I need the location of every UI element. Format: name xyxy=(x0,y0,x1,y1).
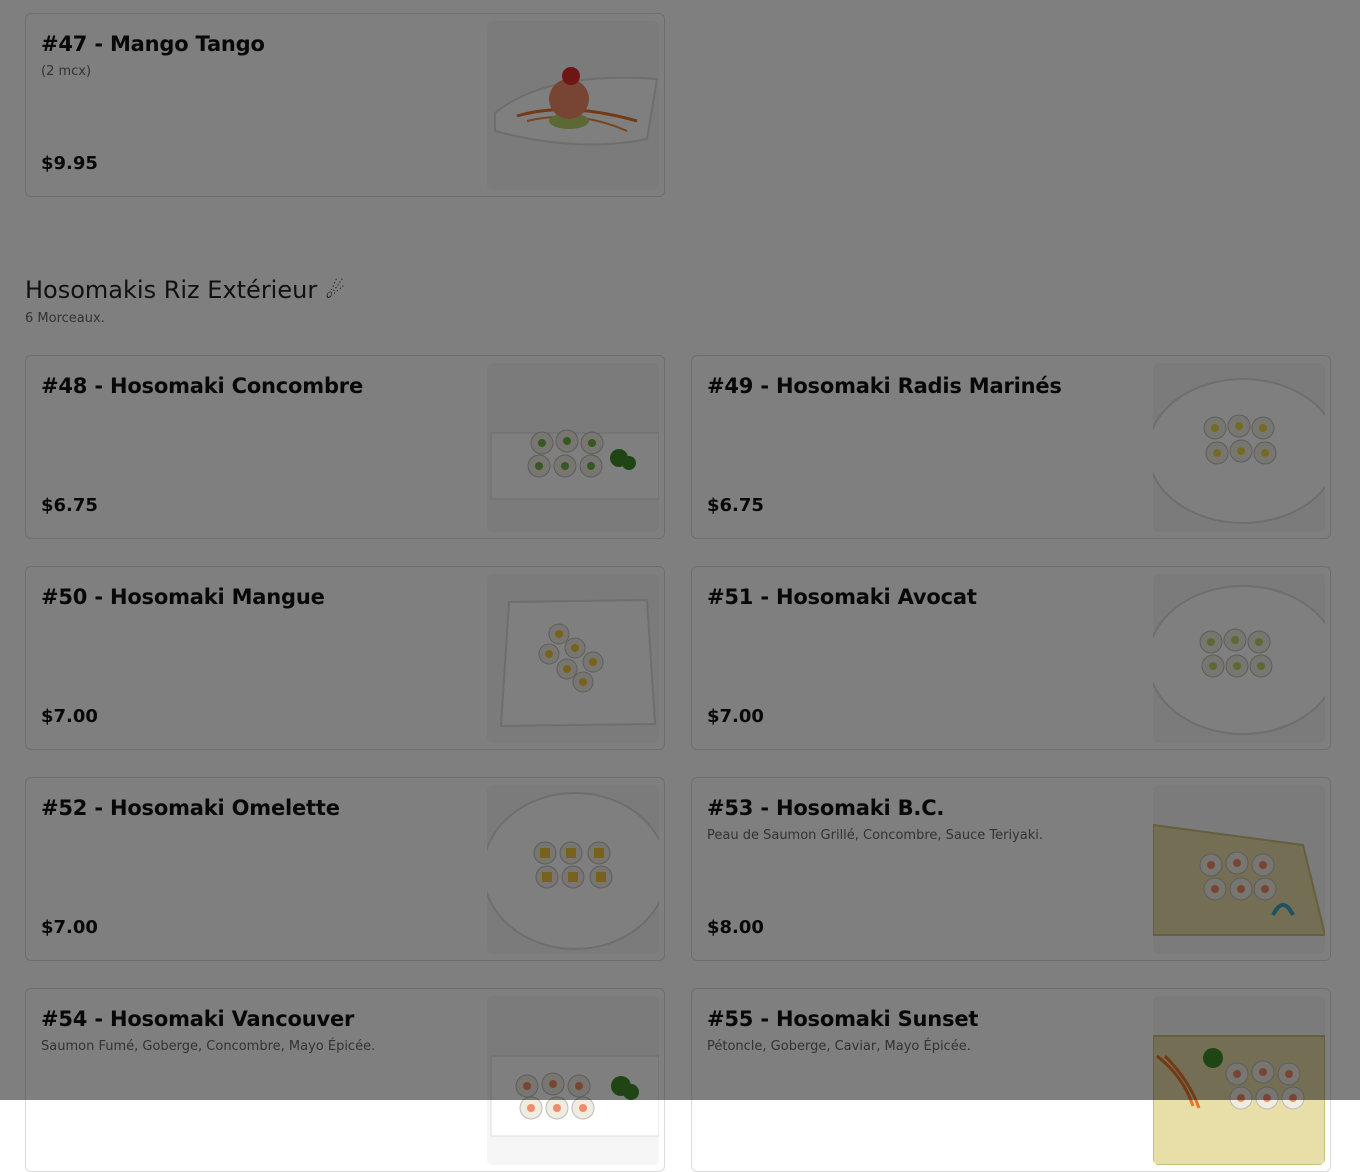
menu-item-price: $6.75 xyxy=(707,495,764,516)
menu-item-card[interactable]: #51 - Hosomaki Avocat $7.00 xyxy=(691,566,1331,750)
hosomaki-avocat-photo xyxy=(1153,574,1325,743)
menu-item-card[interactable]: #48 - Hosomaki Concombre $6.75 xyxy=(25,355,665,539)
mango-tango-photo xyxy=(487,21,659,190)
hosomaki-omelette-photo xyxy=(487,785,659,954)
menu-item-price: $7.00 xyxy=(41,706,98,727)
menu-item-price: $9.95 xyxy=(41,153,98,174)
menu-item-title: #53 - Hosomaki B.C. xyxy=(707,796,945,820)
menu-item-title: #47 - Mango Tango xyxy=(41,32,265,56)
menu-item-title: #55 - Hosomaki Sunset xyxy=(707,1007,979,1031)
menu-item-description: (2 mcx) xyxy=(41,64,92,79)
menu-item-card[interactable]: #47 - Mango Tango (2 mcx) $9.95 xyxy=(25,13,665,197)
hosomaki-bc-photo xyxy=(1153,785,1325,954)
menu-item-card[interactable]: #53 - Hosomaki B.C. Peau de Saumon Grill… xyxy=(691,777,1331,961)
menu-item-card[interactable]: #49 - Hosomaki Radis Marinés $6.75 xyxy=(691,355,1331,539)
menu-item-description: Peau de Saumon Grillé, Concombre, Sauce … xyxy=(707,828,1044,843)
menu-item-price: $8.00 xyxy=(707,917,764,938)
hosomaki-sunset-photo xyxy=(1153,996,1325,1165)
menu-item-title: #50 - Hosomaki Mangue xyxy=(41,585,325,609)
hosomaki-mangue-photo xyxy=(487,574,659,743)
menu-item-card[interactable]: #54 - Hosomaki Vancouver Saumon Fumé, Go… xyxy=(25,988,665,1172)
menu-item-description: Saumon Fumé, Goberge, Concombre, Mayo Ép… xyxy=(41,1039,376,1054)
menu-item-title: #48 - Hosomaki Concombre xyxy=(41,374,363,398)
comet-icon: ☄ xyxy=(325,279,345,304)
section-title-text: Hosomakis Riz Extérieur xyxy=(25,276,318,304)
section-subtitle: 6 Morceaux. xyxy=(25,311,105,326)
menu-item-title: #49 - Hosomaki Radis Marinés xyxy=(707,374,1062,398)
hosomaki-concombre-photo xyxy=(487,363,659,532)
hosomaki-radis-photo xyxy=(1153,363,1325,532)
menu-item-title: #52 - Hosomaki Omelette xyxy=(41,796,340,820)
menu-item-card[interactable]: #55 - Hosomaki Sunset Pétoncle, Goberge,… xyxy=(691,988,1331,1172)
menu-item-price: $7.00 xyxy=(41,917,98,938)
hosomaki-vancouver-photo xyxy=(487,996,659,1165)
section-title: Hosomakis Riz Extérieur ☄ xyxy=(25,276,345,304)
menu-item-title: #51 - Hosomaki Avocat xyxy=(707,585,977,609)
menu-item-card[interactable]: #52 - Hosomaki Omelette $7.00 xyxy=(25,777,665,961)
menu-page: #47 - Mango Tango (2 mcx) $9.95 Hosomaki… xyxy=(0,0,1360,1172)
menu-item-card[interactable]: #50 - Hosomaki Mangue $7.00 xyxy=(25,566,665,750)
menu-item-price: $7.00 xyxy=(707,706,764,727)
menu-item-title: #54 - Hosomaki Vancouver xyxy=(41,1007,355,1031)
menu-item-price: $6.75 xyxy=(41,495,98,516)
menu-item-description: Pétoncle, Goberge, Caviar, Mayo Épicée. xyxy=(707,1039,971,1054)
